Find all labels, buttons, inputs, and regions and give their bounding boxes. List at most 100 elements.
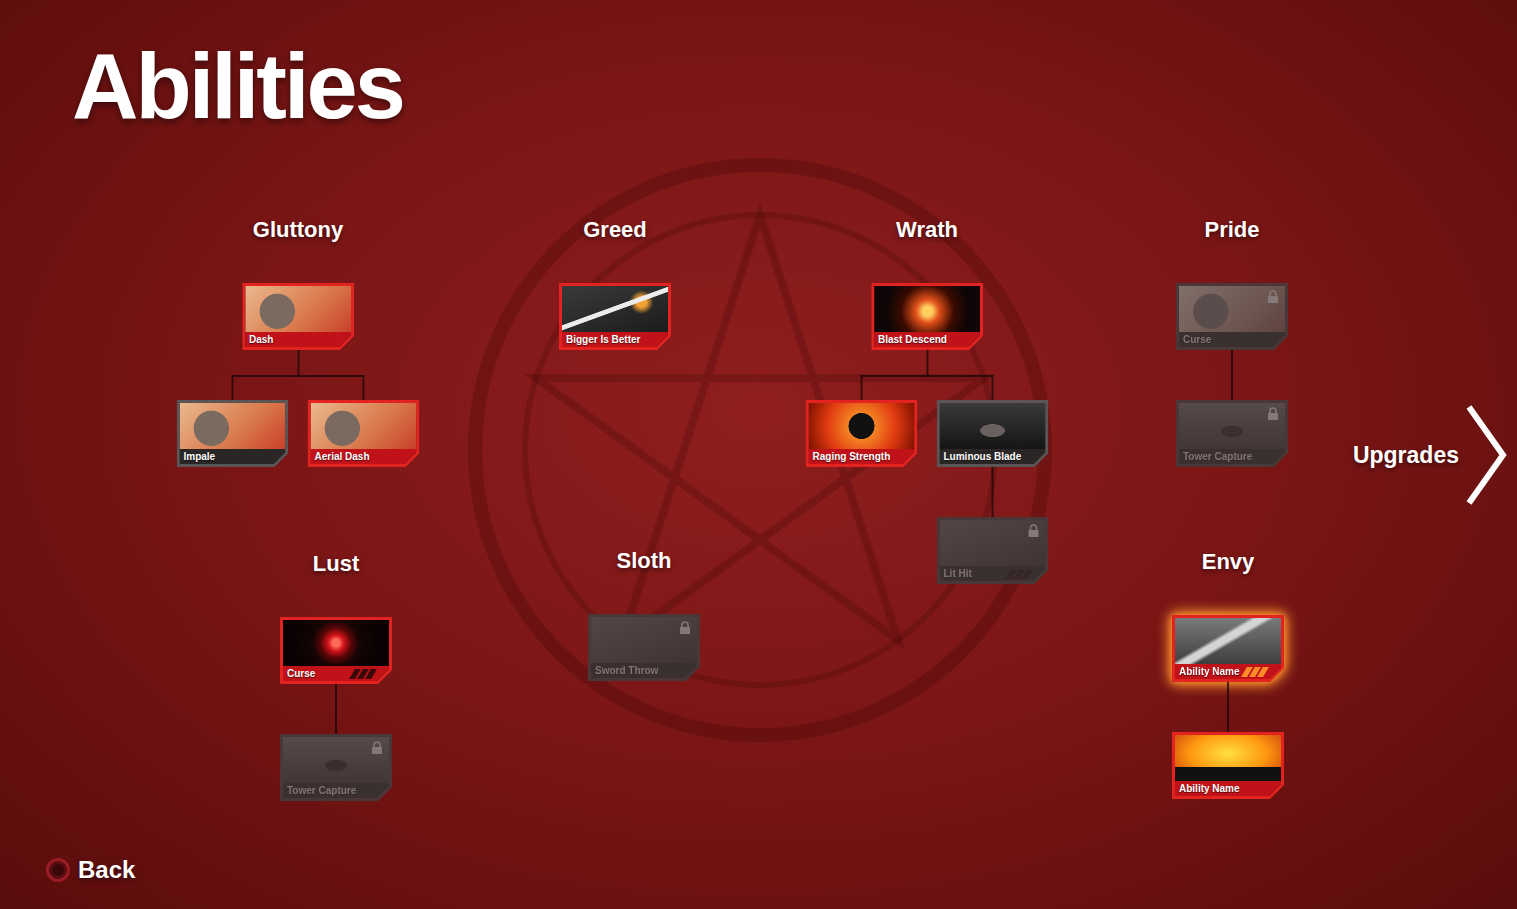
ability-card[interactable]: Lit Hit bbox=[937, 517, 1049, 584]
tree-title: Envy bbox=[1202, 547, 1255, 577]
ability-label: Impale bbox=[184, 451, 216, 463]
ability-children: Tower Capture bbox=[1176, 350, 1288, 467]
ability-frame: Blast Descend bbox=[871, 283, 983, 350]
ability-label: Dash bbox=[249, 334, 273, 346]
ability-frame: Sword Throw bbox=[588, 614, 700, 681]
ability-branch: Aerial Dash bbox=[308, 400, 420, 467]
ability-art bbox=[180, 403, 286, 449]
ability-branch: Sword Throw bbox=[588, 614, 700, 681]
ability-branch: Raging Strength bbox=[806, 400, 918, 467]
ability-frame: Bigger Is Better bbox=[559, 283, 671, 350]
lock-icon bbox=[1267, 290, 1279, 303]
ability-frame: Tower Capture bbox=[280, 734, 392, 801]
ability-label: Tower Capture bbox=[1183, 451, 1252, 463]
ability-tree: GreedBigger Is Better bbox=[559, 215, 671, 350]
ability-frame: Tower Capture bbox=[1176, 400, 1288, 467]
ability-card[interactable]: Bigger Is Better bbox=[559, 283, 671, 350]
ability-branch: Tower Capture bbox=[280, 734, 392, 801]
ability-face: Impale bbox=[180, 403, 286, 464]
ability-label: Raging Strength bbox=[813, 451, 891, 463]
ability-card[interactable]: Raging Strength bbox=[806, 400, 918, 467]
ability-card[interactable]: Impale bbox=[177, 400, 289, 467]
ability-label-bar: Sword Throw bbox=[591, 663, 697, 678]
ability-tree: WrathBlast DescendRaging StrengthLuminou… bbox=[806, 215, 1049, 584]
ability-label: Lit Hit bbox=[944, 568, 972, 580]
ability-label-bar: Curse bbox=[1179, 332, 1285, 347]
ability-frame: Impale bbox=[177, 400, 289, 467]
ability-card[interactable]: Sword Throw bbox=[588, 614, 700, 681]
ability-face: Luminous Blade bbox=[940, 403, 1046, 464]
ability-face: Dash bbox=[245, 286, 351, 347]
ability-card[interactable]: Ability Name bbox=[1172, 615, 1284, 682]
ability-card[interactable]: Tower Capture bbox=[280, 734, 392, 801]
ability-label-bar: Lit Hit bbox=[940, 566, 1046, 581]
ability-face: Bigger Is Better bbox=[562, 286, 668, 347]
ability-label-bar: Ability Name bbox=[1175, 781, 1281, 796]
ability-branch: Lit Hit bbox=[937, 517, 1049, 584]
charge-meter bbox=[352, 669, 374, 679]
ability-tree: Envy Ability Name Ability Name bbox=[1172, 547, 1284, 799]
upgrades-label: Upgrades bbox=[1353, 440, 1459, 470]
ability-art bbox=[940, 520, 1046, 566]
ability-label-bar: Raging Strength bbox=[809, 449, 915, 464]
ability-children: Impale Aerial Dash bbox=[177, 350, 420, 467]
ability-card[interactable]: Ability Name bbox=[1172, 732, 1284, 799]
upgrades-button[interactable]: Upgrades bbox=[1353, 403, 1507, 507]
ability-art bbox=[874, 286, 980, 332]
screen-title: Abilities bbox=[72, 40, 1517, 132]
ability-art bbox=[1175, 735, 1281, 781]
ability-branch: Luminous Blade Lit Hit bbox=[937, 400, 1049, 584]
ability-label-bar: Aerial Dash bbox=[311, 449, 417, 464]
chevron-right-icon bbox=[1465, 403, 1507, 507]
ability-art bbox=[311, 403, 417, 449]
ability-art bbox=[809, 403, 915, 449]
ability-card[interactable]: Aerial Dash bbox=[308, 400, 420, 467]
ability-children: Ability Name bbox=[1172, 682, 1284, 799]
ability-card[interactable]: Blast Descend bbox=[871, 283, 983, 350]
ability-frame: Luminous Blade bbox=[937, 400, 1049, 467]
ability-frame: Ability Name bbox=[1172, 615, 1284, 682]
ability-tree: Gluttony Dash Impale Aerial Dash bbox=[177, 215, 420, 467]
tree-title: Pride bbox=[1204, 215, 1259, 245]
ability-face: Ability Name bbox=[1175, 735, 1281, 796]
circle-button-icon bbox=[46, 858, 70, 882]
ability-branch: Ability Name bbox=[1172, 732, 1284, 799]
ability-label: Sword Throw bbox=[595, 665, 658, 677]
ability-label: Curse bbox=[287, 668, 315, 680]
ability-face: Curse bbox=[1179, 286, 1285, 347]
ability-card[interactable]: Tower Capture bbox=[1176, 400, 1288, 467]
ability-label-bar: Tower Capture bbox=[283, 783, 389, 798]
lock-icon bbox=[679, 621, 691, 634]
ability-label: Aerial Dash bbox=[315, 451, 370, 463]
ability-label-bar: Tower Capture bbox=[1179, 449, 1285, 464]
ability-art bbox=[562, 286, 668, 332]
ability-branch: Impale bbox=[177, 400, 289, 467]
back-button[interactable]: Back bbox=[46, 855, 135, 885]
ability-children: Lit Hit bbox=[937, 467, 1049, 584]
ability-art bbox=[1175, 618, 1281, 664]
ability-label: Ability Name bbox=[1179, 783, 1240, 795]
ability-card[interactable]: Curse bbox=[280, 617, 392, 684]
ability-face: Tower Capture bbox=[1179, 403, 1285, 464]
ability-label: Ability Name bbox=[1179, 666, 1240, 678]
tree-title: Lust bbox=[313, 549, 359, 579]
ability-art bbox=[1179, 403, 1285, 449]
ability-tree: Lust Curse Tower Capture bbox=[280, 549, 392, 801]
ability-children: Raging Strength Luminous Blade Lit Hit bbox=[806, 350, 1049, 584]
ability-art bbox=[283, 737, 389, 783]
tree-title: Sloth bbox=[617, 546, 672, 576]
ability-face: Lit Hit bbox=[940, 520, 1046, 581]
ability-label: Blast Descend bbox=[878, 334, 947, 346]
ability-card[interactable]: Dash bbox=[242, 283, 354, 350]
ability-card[interactable]: Curse bbox=[1176, 283, 1288, 350]
ability-label: Curse bbox=[1183, 334, 1211, 346]
ability-face: Aerial Dash bbox=[311, 403, 417, 464]
ability-card[interactable]: Luminous Blade bbox=[937, 400, 1049, 467]
ability-tree: Sloth Sword Throw bbox=[588, 546, 700, 681]
ability-face: Blast Descend bbox=[874, 286, 980, 347]
ability-frame: Aerial Dash bbox=[308, 400, 420, 467]
lock-icon bbox=[371, 741, 383, 754]
tree-title: Gluttony bbox=[253, 215, 343, 245]
ability-art bbox=[283, 620, 389, 666]
ability-face: Ability Name bbox=[1175, 618, 1281, 679]
